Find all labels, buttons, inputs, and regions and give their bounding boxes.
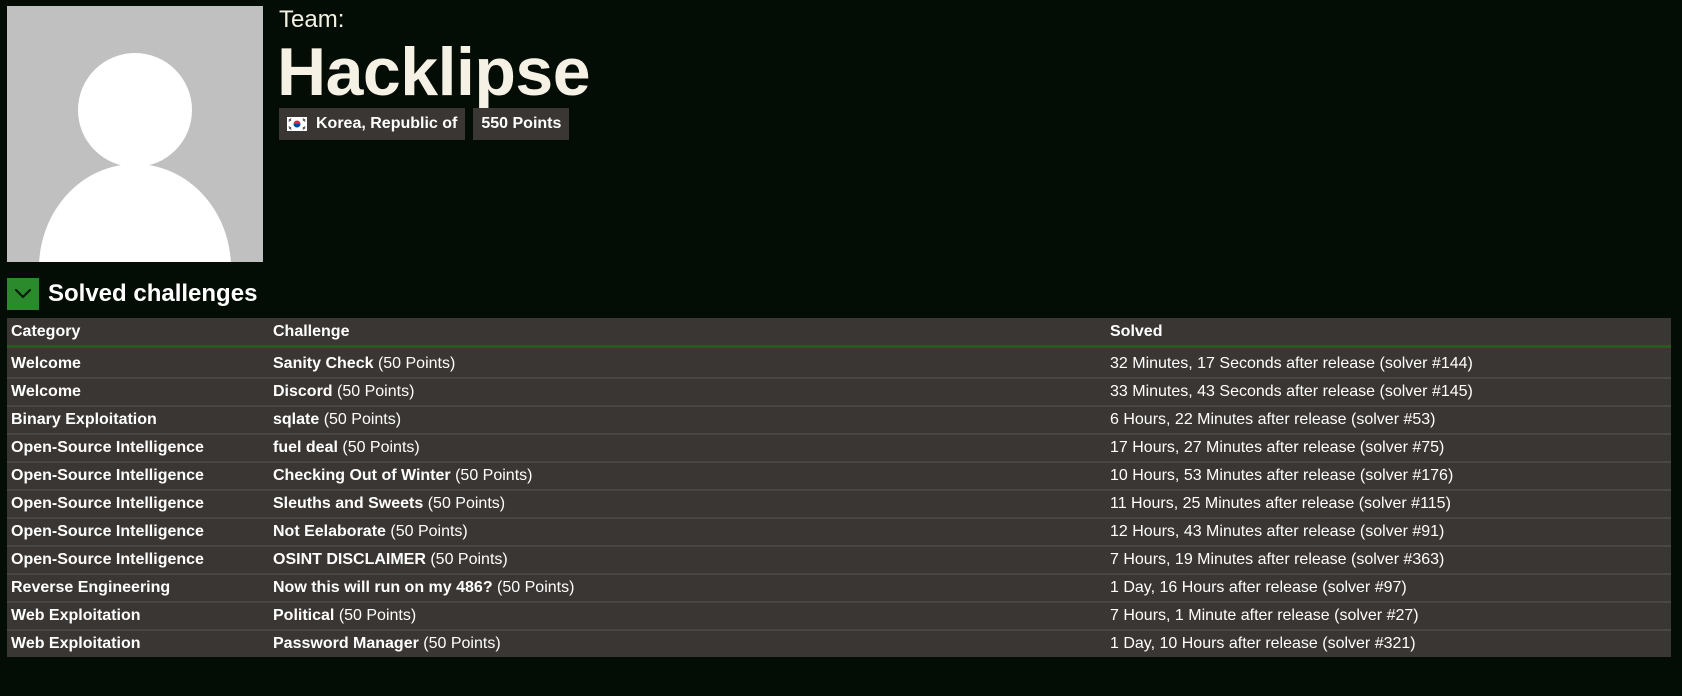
solved-time-cell: 10 Hours, 53 Minutes after release (solv… — [1106, 461, 1671, 489]
category-cell: Reverse Engineering — [7, 573, 269, 601]
table-row: Welcome Discord (50 Points) 33 Minutes, 43… — [7, 377, 1671, 405]
solved-challenges-header: Solved challenges — [7, 278, 257, 310]
challenge-cell: OSINT DISCLAIMER (50 Points) — [269, 545, 1106, 573]
table-body: Welcome Sanity Check (50 Points) 32 Minute… — [7, 348, 1671, 657]
category-cell: Binary Exploitation — [7, 405, 269, 433]
solved-time-cell: 12 Hours, 43 Minutes after release (solv… — [1106, 517, 1671, 545]
solved-time-cell: 6 Hours, 22 Minutes after release (solve… — [1106, 405, 1671, 433]
challenge-cell: Checking Out of Winter (50 Points) — [269, 461, 1106, 489]
team-profile-page: Team: Hacklipse Korea, Republic of 550 P… — [0, 0, 1682, 696]
table-row: Web Exploitation Password Manager (50 Poi… — [7, 629, 1671, 657]
solved-time-cell: 1 Day, 10 Hours after release (solver #3… — [1106, 629, 1671, 657]
table-row: Binary Exploitation sqlate (50 Points) 6 H… — [7, 405, 1671, 433]
challenge-cell: Sanity Check (50 Points) — [269, 348, 1106, 377]
challenge-name-link[interactable]: Political — [273, 607, 334, 624]
category-cell: Open-Source Intelligence — [7, 461, 269, 489]
solved-challenges-table: Category Challenge Solved Welcome Sanity … — [7, 318, 1671, 657]
solved-time-cell: 33 Minutes, 43 Seconds after release (so… — [1106, 377, 1671, 405]
challenge-name-link[interactable]: Not Eelaborate — [273, 523, 386, 540]
challenge-name-link[interactable]: sqlate — [273, 411, 319, 428]
category-cell: Web Exploitation — [7, 629, 269, 657]
column-header-solved[interactable]: Solved — [1106, 318, 1671, 348]
challenge-cell: Now this will run on my 486? (50 Points) — [269, 573, 1106, 601]
team-name: Hacklipse — [277, 34, 591, 110]
category-cell: Welcome — [7, 348, 269, 377]
table-row: Open-Source Intelligence OSINT DISCLAIMER… — [7, 545, 1671, 573]
table-row: Open-Source Intelligence Not Eelaborate (… — [7, 517, 1671, 545]
challenge-name-link[interactable]: OSINT DISCLAIMER — [273, 551, 426, 568]
challenge-cell: fuel deal (50 Points) — [269, 433, 1106, 461]
challenge-points: (50 Points) — [423, 635, 501, 652]
challenge-points: (50 Points) — [430, 551, 508, 568]
category-cell: Open-Source Intelligence — [7, 545, 269, 573]
category-cell: Open-Source Intelligence — [7, 517, 269, 545]
table-row: Web Exploitation Political (50 Points) 7 H… — [7, 601, 1671, 629]
challenge-points: (50 Points) — [337, 383, 415, 400]
challenge-name-link[interactable]: Discord — [273, 383, 333, 400]
category-cell: Welcome — [7, 377, 269, 405]
table-row: Welcome Sanity Check (50 Points) 32 Minute… — [7, 348, 1671, 377]
solved-time-cell: 7 Hours, 1 Minute after release (solver … — [1106, 601, 1671, 629]
challenge-name-link[interactable]: Sanity Check — [273, 355, 373, 372]
category-cell: Web Exploitation — [7, 601, 269, 629]
collapse-toggle-button[interactable] — [7, 278, 39, 310]
challenge-name-link[interactable]: Sleuths and Sweets — [273, 495, 423, 512]
table-row: Open-Source Intelligence Checking Out of … — [7, 461, 1671, 489]
table-header-row: Category Challenge Solved — [7, 318, 1671, 348]
south-korea-flag-icon — [287, 117, 307, 131]
team-avatar — [7, 6, 263, 262]
challenge-cell: Discord (50 Points) — [269, 377, 1106, 405]
challenge-cell: Not Eelaborate (50 Points) — [269, 517, 1106, 545]
challenge-points: (50 Points) — [342, 439, 420, 456]
section-title: Solved challenges — [48, 280, 258, 307]
challenge-name-link[interactable]: Checking Out of Winter — [273, 467, 451, 484]
solved-time-cell: 32 Minutes, 17 Seconds after release (so… — [1106, 348, 1671, 377]
country-name: Korea, Republic of — [316, 115, 458, 132]
column-header-challenge[interactable]: Challenge — [269, 318, 1106, 348]
points-badge: 550 Points — [473, 108, 570, 140]
challenge-points: (50 Points) — [338, 607, 417, 624]
solved-time-cell: 7 Hours, 19 Minutes after release (solve… — [1106, 545, 1671, 573]
challenge-points: (50 Points) — [497, 579, 575, 596]
challenge-name-link[interactable]: Password Manager — [273, 635, 419, 652]
chevron-down-icon — [14, 288, 32, 299]
challenge-name-link[interactable]: Now this will run on my 486? — [273, 579, 493, 596]
table-row: Open-Source Intelligence fuel deal (50 Po… — [7, 433, 1671, 461]
column-header-category[interactable]: Category — [7, 318, 269, 348]
solved-time-cell: 1 Day, 16 Hours after release (solver #9… — [1106, 573, 1671, 601]
category-cell: Open-Source Intelligence — [7, 433, 269, 461]
challenge-points: (50 Points) — [455, 467, 533, 484]
challenge-points: (50 Points) — [427, 495, 506, 512]
challenge-points: (50 Points) — [323, 411, 402, 428]
challenge-points: (50 Points) — [390, 523, 468, 540]
table-row: Reverse Engineering Now this will run on … — [7, 573, 1671, 601]
challenge-points: (50 Points) — [377, 355, 456, 372]
team-badges: Korea, Republic of 550 Points — [279, 108, 570, 140]
challenge-cell: Password Manager (50 Points) — [269, 629, 1106, 657]
solved-time-cell: 11 Hours, 25 Minutes after release (solv… — [1106, 489, 1671, 517]
country-badge: Korea, Republic of — [279, 108, 466, 140]
default-avatar-icon — [7, 6, 263, 262]
table-row: Open-Source Intelligence Sleuths and Swee… — [7, 489, 1671, 517]
challenge-cell: Sleuths and Sweets (50 Points) — [269, 489, 1106, 517]
category-cell: Open-Source Intelligence — [7, 489, 269, 517]
solved-time-cell: 17 Hours, 27 Minutes after release (solv… — [1106, 433, 1671, 461]
challenge-cell: Political (50 Points) — [269, 601, 1106, 629]
challenge-name-link[interactable]: fuel deal — [273, 439, 338, 456]
challenge-cell: sqlate (50 Points) — [269, 405, 1106, 433]
